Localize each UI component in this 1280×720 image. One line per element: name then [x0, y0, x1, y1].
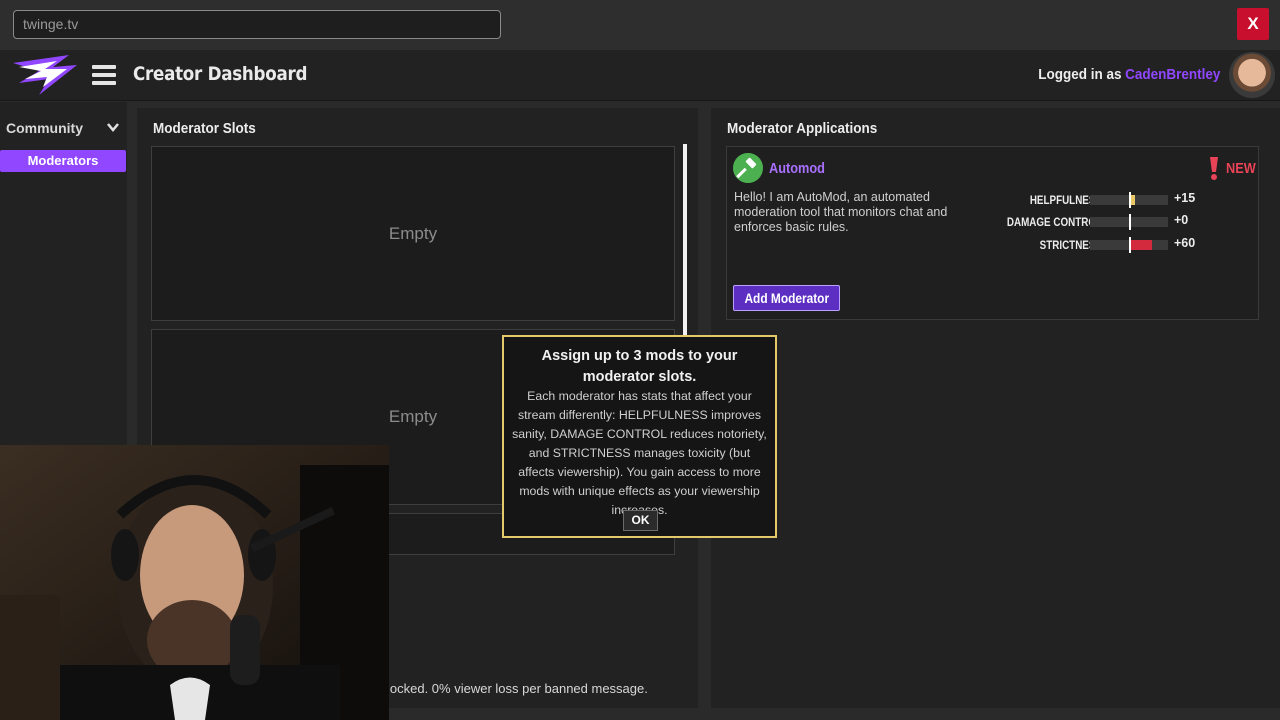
info-dialog: Assign up to 3 mods to your moderator sl…	[502, 335, 777, 538]
twinge-logo-icon[interactable]	[9, 53, 81, 97]
moderator-applications-title: Moderator Applications	[727, 120, 878, 137]
chevron-down-icon[interactable]	[106, 120, 120, 134]
exclamation-icon	[1210, 157, 1218, 180]
new-badge: NEW	[1207, 155, 1261, 181]
gavel-icon	[733, 153, 763, 183]
login-status: Logged in as CadenBrentley	[1038, 66, 1220, 83]
stat-label: DAMAGE CONTROL	[1006, 215, 1102, 229]
avatar[interactable]	[1229, 52, 1275, 98]
moderator-slots-title: Moderator Slots	[153, 120, 256, 137]
slots-scrollbar[interactable]	[683, 144, 687, 344]
add-moderator-button[interactable]: Add Moderator	[733, 285, 840, 311]
logged-in-label: Logged in as	[1037, 66, 1122, 83]
dashboard-header: Creator Dashboard Logged in as CadenBrent…	[0, 50, 1280, 101]
dialog-title: Assign up to 3 mods to your moderator sl…	[541, 348, 738, 385]
stat-midline	[1129, 237, 1131, 253]
streamer-webcam-image	[0, 445, 389, 720]
webcam-overlay	[0, 445, 389, 720]
new-badge-text: NEW	[1226, 159, 1256, 177]
moderator-slot-1[interactable]: Empty	[151, 146, 675, 321]
moderator-name: Automod	[769, 160, 825, 177]
stat-fill	[1129, 240, 1152, 250]
application-card: Automod Hello! I am AutoMod, an automate…	[726, 146, 1259, 320]
username-link[interactable]: CadenBrentley	[1125, 66, 1220, 83]
stat-label: STRICTNESS	[1039, 238, 1102, 252]
stat-bar-strictness	[1090, 237, 1168, 253]
stat-bar-damage-control	[1090, 214, 1168, 230]
dialog-body: Each moderator has stats that affect you…	[512, 389, 767, 517]
stat-label: HELPFULNESS	[1029, 193, 1102, 207]
stat-midline	[1129, 192, 1131, 208]
close-button[interactable]: X	[1237, 8, 1269, 40]
sidebar-item-moderators[interactable]: Moderators	[0, 150, 126, 172]
slots-footer-text: locked. 0% viewer loss per banned messag…	[387, 681, 648, 696]
page-title: Creator Dashboard	[133, 63, 308, 85]
stat-value: +60	[1174, 236, 1196, 250]
stat-value: +15	[1174, 191, 1196, 205]
moderator-applications-panel: Moderator Applications Automod Hello! I …	[711, 108, 1280, 708]
stat-midline	[1129, 214, 1131, 230]
stat-value: +0	[1174, 213, 1189, 227]
hamburger-menu-icon[interactable]	[92, 65, 116, 86]
sidebar-section-community[interactable]: Community	[6, 120, 83, 136]
stat-bar-helpfulness	[1090, 192, 1168, 208]
ok-button[interactable]: OK	[623, 510, 658, 531]
app-root: twinge.tv X Creator Dashboard Logged in …	[0, 0, 1280, 720]
browser-bar: twinge.tv X	[0, 0, 1280, 50]
slot-empty-label: Empty	[388, 223, 438, 243]
add-moderator-label: Add Moderator	[744, 290, 829, 306]
moderator-description: Hello! I am AutoMod, an automated modera…	[734, 190, 948, 234]
url-field[interactable]: twinge.tv	[13, 10, 501, 39]
